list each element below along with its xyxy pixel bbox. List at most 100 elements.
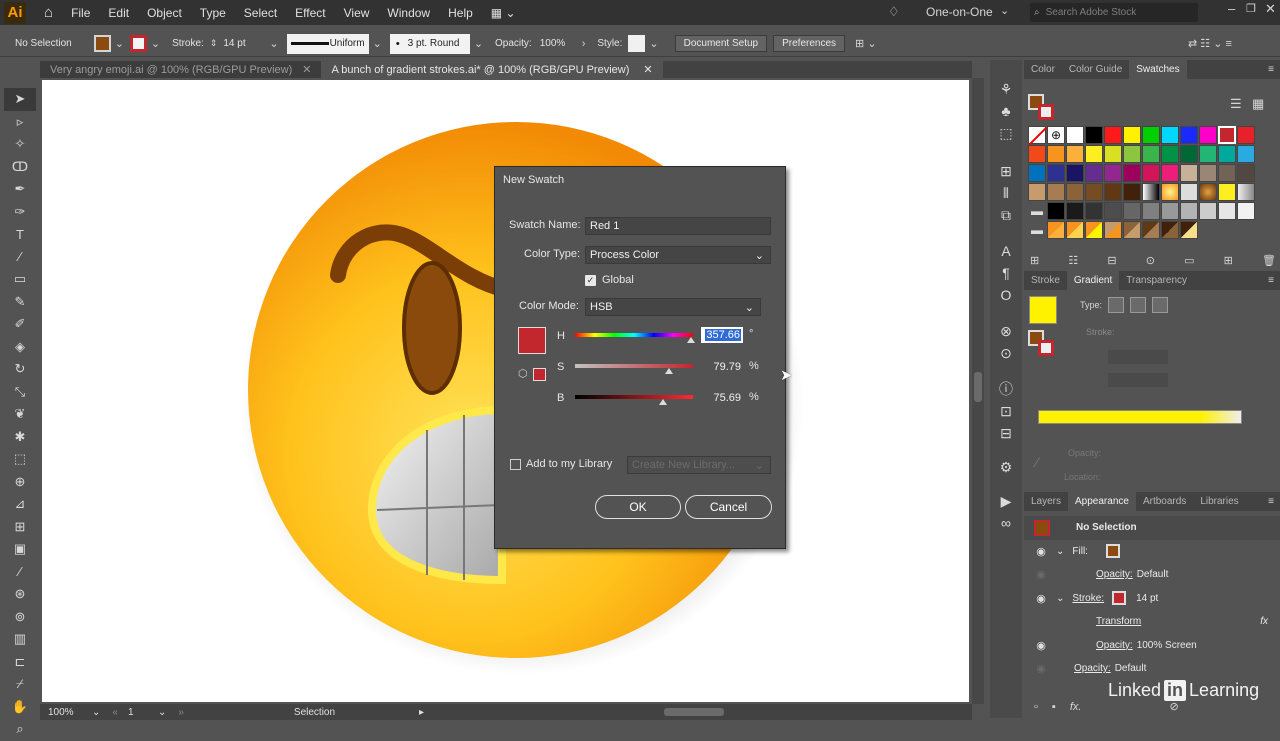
saturation-slider[interactable] [575,364,693,368]
saturation-slider-thumb[interactable] [665,368,673,374]
swatch-light-orange[interactable] [1066,145,1084,163]
swatch-green[interactable] [1142,126,1160,144]
tab-libraries[interactable]: Libraries [1193,496,1245,507]
swatch-gray-80[interactable] [1085,202,1103,220]
zoom-tool-icon[interactable]: ⌕ [4,718,36,741]
warp-tool-icon[interactable]: ❦ [4,403,36,426]
swatch-yellow-2[interactable] [1085,145,1103,163]
swatch-espresso[interactable] [1123,183,1141,201]
character-icon[interactable]: A [990,240,1022,262]
swatch-raspberry[interactable] [1142,164,1160,182]
swatch-dark-brown[interactable] [1085,183,1103,201]
swatch-black-2[interactable] [1047,202,1065,220]
swatch-dark-green[interactable] [1161,145,1179,163]
pathfinder-icon[interactable]: ⧉ [990,204,1022,226]
grid-view-icon[interactable]: ▦ [1252,96,1264,112]
pen-tool-icon[interactable]: ✒ [4,178,36,201]
swatch-gray-40[interactable] [1161,202,1179,220]
swatch-white[interactable] [1066,126,1084,144]
library-icon[interactable]: ⊞ [1030,254,1039,267]
swatch-gray-70[interactable] [1104,202,1122,220]
minimize-button[interactable]: – [1228,1,1235,16]
brushes-icon[interactable]: ⊙ [990,342,1022,364]
paragraph-icon[interactable]: ¶ [990,262,1022,284]
puppet-warp-tool-icon[interactable]: ✱ [4,426,36,449]
workspace-switcher[interactable]: One-on-One [926,5,993,19]
horizontal-scrollbar-thumb[interactable] [664,708,725,716]
freeform-gradient-button[interactable] [1152,297,1168,313]
swatch-navy[interactable] [1047,164,1065,182]
ok-button[interactable]: OK [595,495,681,519]
swatch-plum[interactable] [1123,164,1141,182]
stroke-indicator[interactable] [1038,104,1054,120]
expand-chevron-icon[interactable]: ⌄ [1056,546,1064,557]
folder-icon[interactable]: ▭ [1184,254,1194,267]
appearance-row-opacity[interactable]: ◉ Opacity: Default [1024,657,1280,681]
menu-object[interactable]: Object [147,6,182,20]
swatch-red-1[interactable] [1218,126,1236,144]
swatch-warm-3[interactable] [1085,221,1103,239]
swatch-gradient-gray[interactable] [1237,183,1255,201]
stroke-weight-stepper[interactable]: ⇕ [210,38,218,49]
stroke-indicator[interactable] [1038,340,1054,356]
line-tool-icon[interactable]: ∕ [4,246,36,269]
out-of-gamut-cube-icon[interactable]: ⬡ [518,367,528,380]
web-safe-swatch[interactable] [533,368,546,381]
transform-icon[interactable]: ⊞ [990,160,1022,182]
next-artboard-icon[interactable]: » [178,707,184,718]
swatch-chocolate[interactable] [1104,183,1122,201]
swatch-caramel[interactable] [1047,183,1065,201]
shaper-tool-icon[interactable]: ✐ [4,313,36,336]
chevron-down-icon[interactable]: ⌄ [649,37,658,50]
graphic-styles-icon[interactable]: ⊗ [990,320,1022,342]
swatch-gray-20[interactable] [1199,202,1217,220]
asset-export-icon[interactable]: ⬚ [990,122,1022,144]
symbols-icon[interactable]: ♣ [990,100,1022,122]
add-to-library-checkbox[interactable] [510,459,521,470]
swatch-pink[interactable] [1161,164,1179,182]
gradient-thumbnail[interactable] [1029,296,1057,324]
tab-color[interactable]: Color [1024,64,1062,75]
swatch-warm-6[interactable] [1142,221,1160,239]
expand-chevron-icon[interactable]: ⌄ [1056,593,1064,604]
tab-artboards[interactable]: Artboards [1136,496,1193,507]
swatch-gray-90[interactable] [1066,202,1084,220]
lasso-tool-icon[interactable]: ↀ [4,156,36,179]
hue-slider-thumb[interactable] [687,337,695,343]
chevron-down-icon[interactable]: ⌄ [474,37,483,50]
menu-type[interactable]: Type [200,6,226,20]
eye-icon[interactable]: ◉ [1034,662,1048,675]
linear-gradient-button[interactable] [1108,297,1124,313]
swatch-registration[interactable]: ⊕ [1047,126,1065,144]
new-swatch-icon[interactable]: ⊞ [1224,254,1233,267]
hue-value-input[interactable]: 357.66 [701,327,743,343]
swatch-blue[interactable] [1180,126,1198,144]
stroke-weight-value[interactable]: 14 pt [223,38,263,49]
appearance-row-stroke[interactable]: ◉ ⌄ Stroke: 14 pt [1024,587,1280,611]
home-icon[interactable]: ⌂ [44,4,53,21]
swatch-gray-5[interactable] [1237,202,1255,220]
swatch-gradient-white-black[interactable] [1142,183,1160,201]
gradient-tool-icon[interactable]: ▣ [4,538,36,561]
paintbrush-tool-icon[interactable]: ✎ [4,291,36,314]
tab-gradient-strokes[interactable]: A bunch of gradient strokes.ai* @ 100% (… [321,61,663,78]
panel-menu-icon[interactable]: ≡ [1268,275,1274,286]
variable-width-profile[interactable]: Uniform [286,33,369,54]
chevron-down-icon[interactable]: ⌄ [269,37,278,50]
swatch-folder-warm[interactable]: ▬ [1028,221,1046,239]
properties-gear-icon[interactable]: ⚙ [990,456,1022,478]
tab-very-angry-emoji[interactable]: Very angry emoji.ai @ 100% (RGB/GPU Prev… [40,61,322,78]
panel-menu-icons[interactable]: ⇄ ☷ ⌄ ≡ [1188,37,1232,50]
swatch-blue-2[interactable] [1028,164,1046,182]
menu-effect[interactable]: Effect [295,6,325,20]
swatch-gray-30[interactable] [1180,202,1198,220]
swatch-gray-10[interactable] [1218,202,1236,220]
swatch-aqua[interactable] [1218,145,1236,163]
close-icon[interactable]: ✕ [302,63,311,76]
swatch-teal[interactable] [1180,145,1198,163]
opentype-icon[interactable]: O [990,284,1022,306]
eye-icon[interactable]: ◉ [1034,568,1048,581]
swatch-warm-7[interactable] [1161,221,1179,239]
fill-swatch[interactable] [93,35,111,52]
status-menu-icon[interactable]: ▸ [419,707,424,718]
